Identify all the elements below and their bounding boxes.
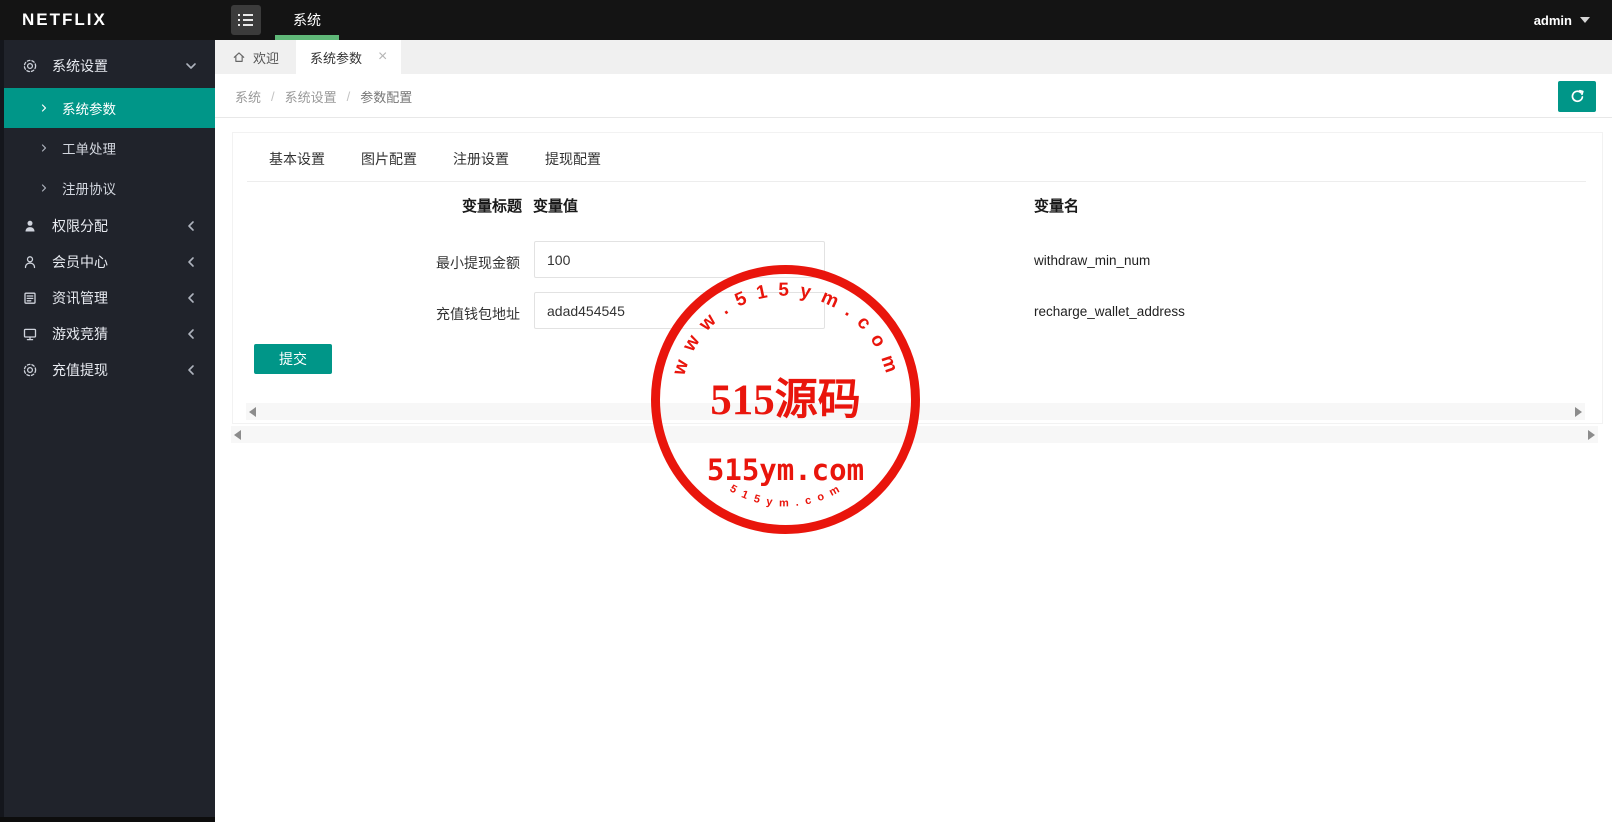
divider bbox=[247, 181, 1586, 182]
chevron-left-icon bbox=[188, 329, 194, 339]
gear-icon bbox=[23, 363, 37, 377]
scroll-right-arrow-icon[interactable] bbox=[1575, 406, 1582, 417]
chevron-left-icon bbox=[188, 221, 194, 231]
tab-label: 欢迎 bbox=[253, 50, 280, 66]
sidebar-item-label: 注册协议 bbox=[62, 182, 116, 197]
submit-button[interactable]: 提交 bbox=[254, 344, 332, 374]
close-icon[interactable]: × bbox=[378, 49, 387, 65]
sidebar-group-label: 游戏竞猜 bbox=[52, 326, 108, 342]
subtab-image-config[interactable]: 图片配置 bbox=[361, 149, 417, 169]
sidebar-group-recharge-withdraw[interactable]: 充值提现 bbox=[0, 352, 215, 388]
topnav-item-system[interactable]: 系统 bbox=[262, 0, 352, 40]
breadcrumb-bar: 系统 / 系统设置 / 参数配置 bbox=[215, 74, 1612, 118]
sidebar-group-label: 权限分配 bbox=[52, 218, 108, 234]
breadcrumb-item-system[interactable]: 系统 bbox=[235, 87, 261, 106]
sidebar-item-system-params[interactable]: 系统参数 bbox=[0, 88, 215, 128]
outer-horizontal-scrollbar[interactable] bbox=[231, 426, 1598, 443]
gear-icon bbox=[23, 59, 37, 73]
column-header-name: 变量名 bbox=[1034, 198, 1080, 215]
scroll-right-arrow-icon[interactable] bbox=[1588, 429, 1595, 440]
sidebar-group-system-settings[interactable]: 系统设置 bbox=[0, 44, 215, 88]
user-dropdown[interactable]: admin bbox=[1534, 0, 1590, 40]
field-label-min-withdraw: 最小提现金额 bbox=[436, 255, 520, 271]
page: NETFLIX 系统 admin 系统设置 系统参数 工单处理 注册协议 权限分… bbox=[0, 0, 1612, 822]
topnav-label: 系统 bbox=[293, 12, 321, 28]
breadcrumb-item-param-config: 参数配置 bbox=[360, 89, 413, 105]
scroll-left-arrow-icon[interactable] bbox=[234, 429, 241, 440]
refresh-icon bbox=[1571, 89, 1584, 103]
user-badge-icon bbox=[25, 220, 35, 232]
subtab-basic-settings[interactable]: 基本设置 bbox=[269, 149, 325, 169]
variable-name: recharge_wallet_address bbox=[1034, 304, 1185, 319]
tab-welcome[interactable]: 欢迎 bbox=[215, 40, 296, 74]
home-icon bbox=[233, 52, 245, 62]
sidebar-group-news[interactable]: 资讯管理 bbox=[0, 280, 215, 316]
chevron-left-icon bbox=[188, 365, 194, 375]
sidebar-group-label: 资讯管理 bbox=[52, 290, 108, 306]
monitor-icon bbox=[23, 328, 37, 341]
chevron-down-icon bbox=[1580, 17, 1590, 28]
sidebar-group-game-quiz[interactable]: 游戏竞猜 bbox=[0, 316, 215, 352]
user-icon bbox=[24, 256, 36, 269]
settings-subtabs: 基本设置 图片配置 注册设置 提现配置 bbox=[269, 149, 637, 169]
breadcrumb-separator: / bbox=[346, 88, 351, 104]
menu-toggle-button[interactable] bbox=[231, 5, 261, 35]
sidebar-group-label: 充值提现 bbox=[52, 362, 108, 378]
news-icon bbox=[24, 292, 36, 304]
sidebar-scrollbar[interactable] bbox=[0, 817, 215, 822]
recharge-wallet-input[interactable] bbox=[534, 292, 825, 329]
sidebar-item-label: 系统参数 bbox=[62, 102, 116, 117]
tab-system-params[interactable]: 系统参数 × bbox=[296, 40, 402, 74]
chevron-left-icon bbox=[188, 257, 194, 267]
chevron-right-icon bbox=[41, 144, 47, 152]
sidebar: 系统设置 系统参数 工单处理 注册协议 权限分配 会员中心 资讯管理 游戏竞猜 … bbox=[0, 40, 215, 822]
sidebar-item-work-orders[interactable]: 工单处理 bbox=[0, 128, 215, 168]
username-label: admin bbox=[1533, 12, 1572, 28]
sidebar-item-label: 工单处理 bbox=[62, 142, 116, 157]
chevron-down-icon bbox=[186, 63, 196, 69]
min-withdraw-input[interactable] bbox=[534, 241, 825, 278]
scroll-left-arrow-icon[interactable] bbox=[249, 406, 256, 417]
chevron-left-icon bbox=[188, 293, 194, 303]
open-tabs-bar: 欢迎 系统参数 × bbox=[215, 40, 1612, 74]
breadcrumb: 系统 / 系统设置 / 参数配置 bbox=[235, 74, 412, 118]
chevron-right-icon bbox=[41, 184, 47, 192]
sidebar-group-label: 系统设置 bbox=[52, 58, 108, 74]
subtab-withdraw-config[interactable]: 提现配置 bbox=[545, 149, 601, 169]
topbar: NETFLIX 系统 admin bbox=[0, 0, 1612, 40]
sidebar-group-permissions[interactable]: 权限分配 bbox=[0, 208, 215, 244]
sidebar-group-label: 会员中心 bbox=[52, 254, 108, 270]
chevron-right-icon bbox=[41, 104, 47, 112]
breadcrumb-separator: / bbox=[271, 88, 275, 104]
refresh-button[interactable] bbox=[1558, 81, 1596, 112]
variable-name: withdraw_min_num bbox=[1034, 253, 1151, 268]
settings-card: 基本设置 图片配置 注册设置 提现配置 变量标题 变量值 变量名 最小提现金额 … bbox=[232, 132, 1603, 424]
sidebar-group-members[interactable]: 会员中心 bbox=[0, 244, 215, 280]
field-label-recharge-wallet: 充值钱包地址 bbox=[436, 306, 520, 322]
inner-horizontal-scrollbar[interactable] bbox=[246, 403, 1585, 420]
tab-label: 系统参数 bbox=[310, 50, 363, 66]
main-content: 基本设置 图片配置 注册设置 提现配置 变量标题 变量值 变量名 最小提现金额 … bbox=[215, 118, 1612, 822]
column-header-value: 变量值 bbox=[533, 198, 579, 215]
column-header-title: 变量标题 bbox=[462, 198, 523, 215]
breadcrumb-item-system-settings[interactable]: 系统设置 bbox=[285, 87, 337, 106]
subtab-register-settings[interactable]: 注册设置 bbox=[453, 149, 509, 169]
sidebar-item-register-agreement[interactable]: 注册协议 bbox=[0, 168, 215, 208]
list-icon bbox=[238, 14, 261, 26]
app-logo: NETFLIX bbox=[22, 10, 107, 29]
